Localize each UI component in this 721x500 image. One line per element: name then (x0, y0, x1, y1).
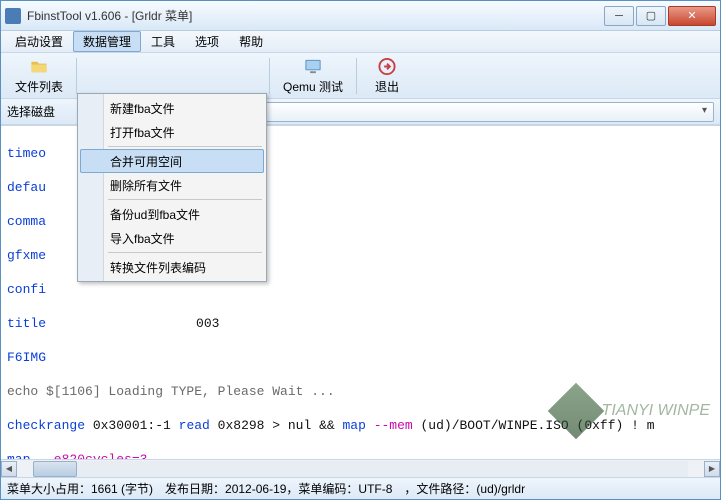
statusbar: 菜单大小占用：1661 (字节) 发布日期：2012-06-19，菜单编码：UT… (1, 477, 720, 499)
dd-backup-ud[interactable]: 备份ud到fba文件 (80, 202, 264, 226)
horizontal-scrollbar[interactable]: ◀ ▶ (1, 459, 720, 477)
maximize-button[interactable]: ▢ (636, 6, 666, 26)
dd-open-fba[interactable]: 打开fba文件 (80, 120, 264, 144)
dd-merge-space[interactable]: 合并可用空间 (80, 149, 264, 173)
folder-icon (29, 57, 49, 76)
menu-help[interactable]: 帮助 (229, 31, 273, 52)
close-button[interactable]: ✕ (668, 6, 716, 26)
menubar: 启动设置 数据管理 工具 选项 帮助 (1, 31, 720, 53)
dd-delete-all[interactable]: 删除所有文件 (80, 173, 264, 197)
status-path: ，文件路径：(ud)/grldr (404, 480, 525, 497)
dd-separator (108, 146, 262, 147)
minimize-button[interactable]: ─ (604, 6, 634, 26)
qemu-test-button[interactable]: Qemu 测试 (275, 55, 351, 97)
window-title: FbinstTool v1.606 - [Grldr 菜单] (27, 7, 604, 24)
select-disk-label: 选择磁盘 (7, 103, 55, 120)
toolbar-separator (76, 58, 77, 94)
status-size: 菜单大小占用：1661 (字节) (7, 480, 153, 497)
dd-separator (108, 199, 262, 200)
status-date: 发布日期：2012-06-19，菜单编码：UTF-8 (165, 480, 392, 497)
toolbar-separator (269, 58, 270, 94)
dd-convert-encoding[interactable]: 转换文件列表编码 (80, 255, 264, 279)
disk-combobox[interactable] (251, 102, 714, 122)
scroll-right-button[interactable]: ▶ (704, 461, 720, 477)
exit-button[interactable]: 退出 (362, 55, 412, 97)
dd-import-fba[interactable]: 导入fba文件 (80, 226, 264, 250)
menu-boot-settings[interactable]: 启动设置 (5, 31, 73, 52)
file-list-button[interactable]: 文件列表 (7, 55, 71, 97)
exit-icon (377, 57, 397, 76)
menu-tools[interactable]: 工具 (141, 31, 185, 52)
file-list-label: 文件列表 (15, 78, 63, 95)
toolbar: 文件列表 Qemu 测试 退出 新建fba文件 打开fba文件 合并可用空间 删… (1, 53, 720, 99)
toolbar-separator (356, 58, 357, 94)
exit-label: 退出 (375, 78, 399, 95)
menu-options[interactable]: 选项 (185, 31, 229, 52)
scroll-thumb[interactable] (33, 461, 77, 477)
titlebar: FbinstTool v1.606 - [Grldr 菜单] ─ ▢ ✕ (1, 1, 720, 31)
scroll-track[interactable] (33, 461, 688, 477)
dd-separator (108, 252, 262, 253)
data-management-dropdown: 新建fba文件 打开fba文件 合并可用空间 删除所有文件 备份ud到fba文件… (77, 93, 267, 282)
qemu-test-label: Qemu 测试 (283, 78, 343, 95)
monitor-icon (303, 57, 323, 76)
scroll-left-button[interactable]: ◀ (1, 461, 17, 477)
app-icon (5, 8, 21, 24)
menu-data-management[interactable]: 数据管理 (73, 31, 141, 52)
dd-new-fba[interactable]: 新建fba文件 (80, 96, 264, 120)
